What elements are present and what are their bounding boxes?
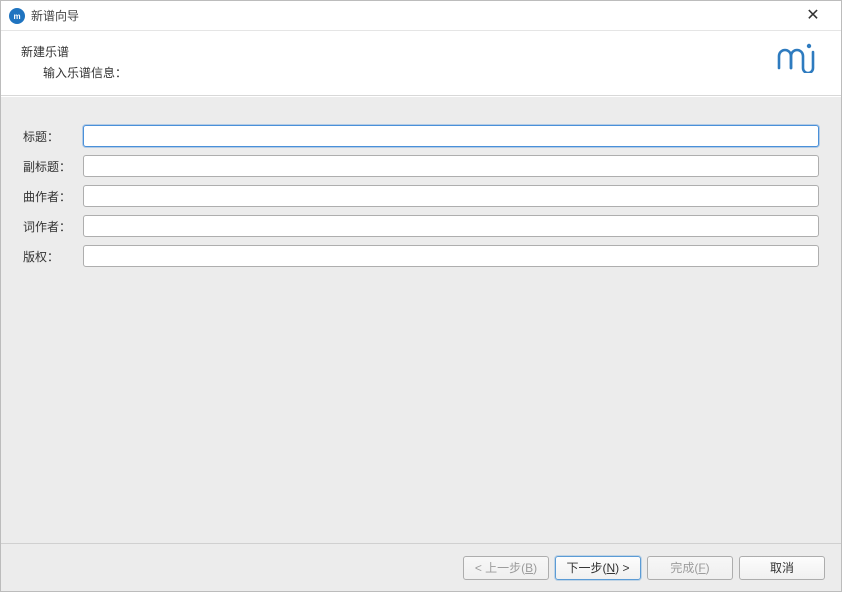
label-copyright: 版权：	[23, 248, 83, 265]
lyricist-input[interactable]	[83, 215, 819, 237]
wizard-header-text: 新建乐谱 输入乐谱信息：	[21, 43, 775, 81]
label-subtitle: 副标题：	[23, 158, 83, 175]
musescore-logo-icon	[775, 41, 817, 76]
close-icon[interactable]: ✕	[793, 8, 833, 24]
svg-text:m: m	[13, 12, 20, 21]
copyright-input[interactable]	[83, 245, 819, 267]
row-title: 标题：	[23, 125, 819, 147]
row-lyricist: 词作者：	[23, 215, 819, 237]
row-subtitle: 副标题：	[23, 155, 819, 177]
label-lyricist: 词作者：	[23, 218, 83, 235]
window-title: 新谱向导	[31, 7, 793, 24]
dialog-window: m 新谱向导 ✕ 新建乐谱 输入乐谱信息： 标题： 副标题：	[0, 0, 842, 592]
row-copyright: 版权：	[23, 245, 819, 267]
button-bar: < 上一步(B) 下一步(N) > 完成(F) 取消	[1, 543, 841, 591]
app-icon: m	[9, 8, 25, 24]
title-input[interactable]	[83, 125, 819, 147]
back-button[interactable]: < 上一步(B)	[463, 556, 549, 580]
finish-button[interactable]: 完成(F)	[647, 556, 733, 580]
cancel-button[interactable]: 取消	[739, 556, 825, 580]
form-area: 标题： 副标题： 曲作者： 词作者： 版权：	[1, 96, 841, 543]
wizard-subheading: 输入乐谱信息：	[43, 64, 775, 81]
label-composer: 曲作者：	[23, 188, 83, 205]
wizard-heading: 新建乐谱	[21, 43, 775, 60]
wizard-header: 新建乐谱 输入乐谱信息：	[1, 31, 841, 96]
label-title: 标题：	[23, 128, 83, 145]
subtitle-input[interactable]	[83, 155, 819, 177]
titlebar: m 新谱向导 ✕	[1, 1, 841, 31]
composer-input[interactable]	[83, 185, 819, 207]
next-button[interactable]: 下一步(N) >	[555, 556, 641, 580]
row-composer: 曲作者：	[23, 185, 819, 207]
